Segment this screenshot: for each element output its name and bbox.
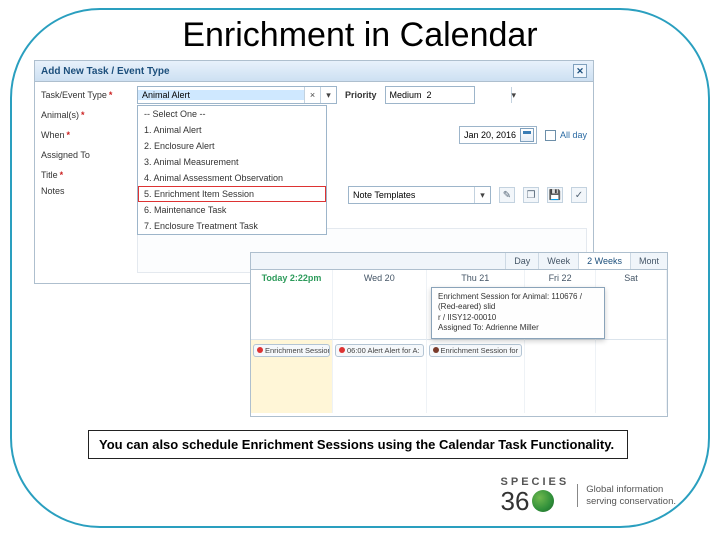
spellcheck-icon[interactable]: ✓ <box>571 187 587 203</box>
dd-item-none[interactable]: -- Select One -- <box>138 106 326 122</box>
caption-box: You can also schedule Enrichment Session… <box>88 430 628 459</box>
chevron-down-icon[interactable]: ▾ <box>511 87 517 103</box>
tab-week[interactable]: Week <box>538 253 578 269</box>
event-dot-icon <box>339 347 345 353</box>
cal-cell-wed[interactable]: 06:00 Alert Alert for A: <box>333 340 427 414</box>
row-task-type: Task/Event Type* × ▾ -- Select One -- 1.… <box>41 86 587 104</box>
event-dot-icon <box>257 347 263 353</box>
event-tooltip: Enrichment Session for Animal: 110676 / … <box>431 287 605 339</box>
copy-icon[interactable]: ❐ <box>523 187 539 203</box>
dd-item-5[interactable]: 5. Enrichment Item Session <box>138 186 326 202</box>
calendar-icon[interactable] <box>520 128 534 142</box>
cal-cell-fri[interactable] <box>525 340 596 414</box>
day-header-today: Today 2:22pm <box>251 270 333 340</box>
label-assigned: Assigned To <box>41 150 133 160</box>
note-template-combo[interactable]: ▾ <box>348 186 491 204</box>
label-notes: Notes <box>41 186 133 196</box>
task-type-combo[interactable]: × ▾ -- Select One -- 1. Animal Alert 2. … <box>137 86 337 104</box>
event-chip[interactable]: Enrichment Session fo <box>253 344 330 357</box>
tooltip-line1: Enrichment Session for Animal: 110676 / … <box>438 292 598 313</box>
allday-label: All day <box>560 130 587 140</box>
event-label: Enrichment Session for <box>441 346 519 355</box>
chevron-down-icon[interactable]: ▾ <box>474 187 490 203</box>
event-label: Enrichment Session fo <box>265 346 330 355</box>
label-task-type: Task/Event Type* <box>41 90 133 100</box>
label-priority: Priority <box>345 90 377 100</box>
cal-cell-sat[interactable] <box>596 340 667 414</box>
globe-icon <box>532 490 554 512</box>
save-icon[interactable]: 💾 <box>547 187 563 203</box>
apply-template-icon[interactable]: ✎ <box>499 187 515 203</box>
logo-number: 3 6 <box>501 488 570 514</box>
dd-item-3[interactable]: 3. Animal Measurement <box>138 154 326 170</box>
slide-title: Enrichment in Calendar <box>0 16 720 55</box>
tooltip-line3: Assigned To: Adrienne Miller <box>438 323 598 333</box>
event-chip[interactable]: 06:00 Alert Alert for A: <box>335 344 424 357</box>
calendar-view-tabs: Day Week 2 Weeks Mont <box>251 253 667 270</box>
add-task-dialog: Add New Task / Event Type ✕ Task/Event T… <box>34 60 594 284</box>
priority-combo[interactable]: ▾ <box>385 86 475 104</box>
end-date-value: Jan 20, 2016 <box>464 130 516 140</box>
dd-item-6[interactable]: 6. Maintenance Task <box>138 202 326 218</box>
cal-cell-thu[interactable]: Enrichment Session for <box>427 340 526 414</box>
dd-item-7[interactable]: 7. Enclosure Treatment Task <box>138 218 326 234</box>
tab-2weeks[interactable]: 2 Weeks <box>578 253 630 269</box>
note-template-input[interactable] <box>349 190 474 200</box>
dd-item-4[interactable]: 4. Animal Assessment Observation <box>138 170 326 186</box>
task-type-input[interactable] <box>138 90 304 100</box>
priority-input[interactable] <box>386 90 511 100</box>
species360-logo: SPECIES 3 6 Global information serving c… <box>501 477 676 514</box>
cal-cell-today[interactable]: Enrichment Session fo <box>251 340 333 414</box>
close-icon[interactable]: ✕ <box>573 64 587 78</box>
day-header-wed: Wed 20 <box>333 270 427 340</box>
label-when: When* <box>41 130 133 140</box>
event-dot-icon <box>433 347 439 353</box>
clear-icon[interactable]: × <box>304 87 320 103</box>
task-type-dropdown: -- Select One -- 1. Animal Alert 2. Encl… <box>137 105 327 235</box>
label-animals: Animal(s)* <box>41 110 133 120</box>
tab-day[interactable]: Day <box>505 253 538 269</box>
tooltip-line2: r / IISY12-00010 <box>438 313 598 323</box>
calendar-panel: Day Week 2 Weeks Mont Today 2:22pm Wed 2… <box>250 252 668 417</box>
day-header-sat: Sat <box>596 270 667 340</box>
dd-item-2[interactable]: 2. Enclosure Alert <box>138 138 326 154</box>
event-chip[interactable]: Enrichment Session for <box>429 344 523 357</box>
dd-item-1[interactable]: 1. Animal Alert <box>138 122 326 138</box>
dialog-titlebar: Add New Task / Event Type ✕ <box>35 61 593 82</box>
tab-month[interactable]: Mont <box>630 253 667 269</box>
dialog-title: Add New Task / Event Type <box>41 66 170 77</box>
event-label: 06:00 Alert Alert for A: <box>347 346 420 355</box>
allday-checkbox[interactable] <box>545 130 556 141</box>
allday-toggle[interactable]: All day <box>545 130 587 141</box>
chevron-down-icon[interactable]: ▾ <box>320 87 336 103</box>
logo-tagline: Global information serving conservation. <box>577 484 676 507</box>
label-title: Title* <box>41 170 133 180</box>
end-date-field[interactable]: Jan 20, 2016 <box>459 126 537 144</box>
